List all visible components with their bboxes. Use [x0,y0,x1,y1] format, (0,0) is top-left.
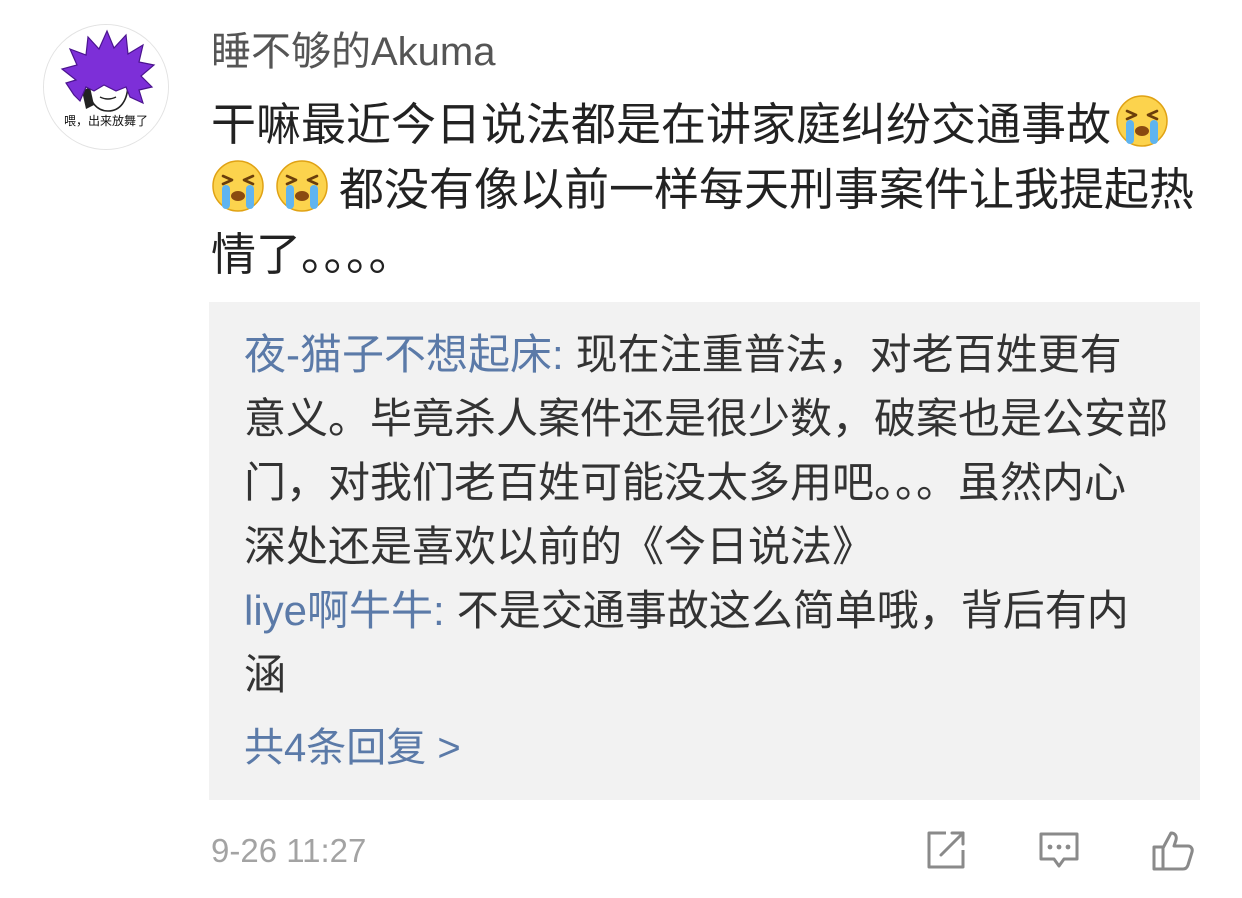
comment-line: 干嘛最近今日说法都是在讲家庭纠纷交通事故 [211,88,1221,153]
reply-author[interactable]: 夜-猫子不想起床 [244,331,552,378]
comment-body: 干嘛最近今日说法都是在讲家庭纠纷交通事故 都没有像以前一样每天刑事案件让我提起热… [211,88,1221,283]
reply-text: 门，对我们老百姓可能没太多用吧。。。虽然内心 [244,459,1127,506]
view-all-replies-link[interactable]: 共4条回复 > [244,716,1176,780]
reply-line: 意义。毕竟杀人案件还是很少数，破案也是公安部 [244,387,1176,451]
loudly-crying-face-icon [1115,94,1169,148]
reply-item[interactable]: liye啊牛牛: 不是交通事故这么简单哦，背后有内 涵 [244,579,1176,707]
comment-card: 喂，出来放舞了 睡不够的Akuma 干嘛最近今日说法都是在讲家庭纠纷交通事故 都… [0,0,1242,898]
reply-line: 涵 [244,643,1176,707]
comment-text: 干嘛最近今日说法都是在讲家庭纠纷交通事故 [211,99,1112,150]
comment-author[interactable]: 睡不够的Akuma [211,29,496,75]
repost-icon [927,831,965,869]
reply-separator: : [433,587,445,634]
reply-text: 意义。毕竟杀人案件还是很少数，破案也是公安部 [244,395,1169,442]
repost-button[interactable] [924,828,968,872]
reply-text: 深处还是喜欢以前的《今日说法》 [244,523,875,570]
reply-line: 深处还是喜欢以前的《今日说法》 [244,515,1176,579]
avatar-caption: 喂，出来放舞了 [64,113,148,128]
reply-text: 不是交通事故这么简单哦，背后有内 [456,587,1129,634]
reply-separator: : [552,331,564,378]
reply-line: 门，对我们老百姓可能没太多用吧。。。虽然内心 [244,451,1176,515]
comment-timestamp: 9-26 11:27 [211,832,367,869]
loudly-crying-face-icon [211,159,265,213]
comment-line: 都没有像以前一样每天刑事案件让我提起热 [211,153,1221,218]
replies-panel[interactable]: 夜-猫子不想起床: 现在注重普法，对老百姓更有 意义。毕竟杀人案件还是很少数，破案… [209,302,1200,800]
like-button[interactable] [1151,828,1195,872]
reply-line: 夜-猫子不想起床: 现在注重普法，对老百姓更有 [244,323,1176,387]
reply-line: liye啊牛牛: 不是交通事故这么简单哦，背后有内 [244,579,1176,643]
comment-button[interactable] [1037,828,1081,872]
reply-text: 涵 [244,651,287,698]
reply-item[interactable]: 夜-猫子不想起床: 现在注重普法，对老百姓更有 意义。毕竟杀人案件还是很少数，破案… [244,323,1176,579]
avatar-image: 喂，出来放舞了 [44,25,168,149]
reply-text: 现在注重普法，对老百姓更有 [575,331,1122,378]
comment-icon [1039,832,1079,868]
comment-text: 都没有像以前一样每天刑事案件让我提起热 [339,164,1195,215]
like-icon [1152,831,1194,871]
comment-line: 情了。。。。 [211,218,1221,283]
comment-text: 情了。。。。 [211,229,414,280]
reply-author[interactable]: liye啊牛牛 [244,587,433,634]
loudly-crying-face-icon [275,159,329,213]
avatar[interactable]: 喂，出来放舞了 [43,24,169,150]
